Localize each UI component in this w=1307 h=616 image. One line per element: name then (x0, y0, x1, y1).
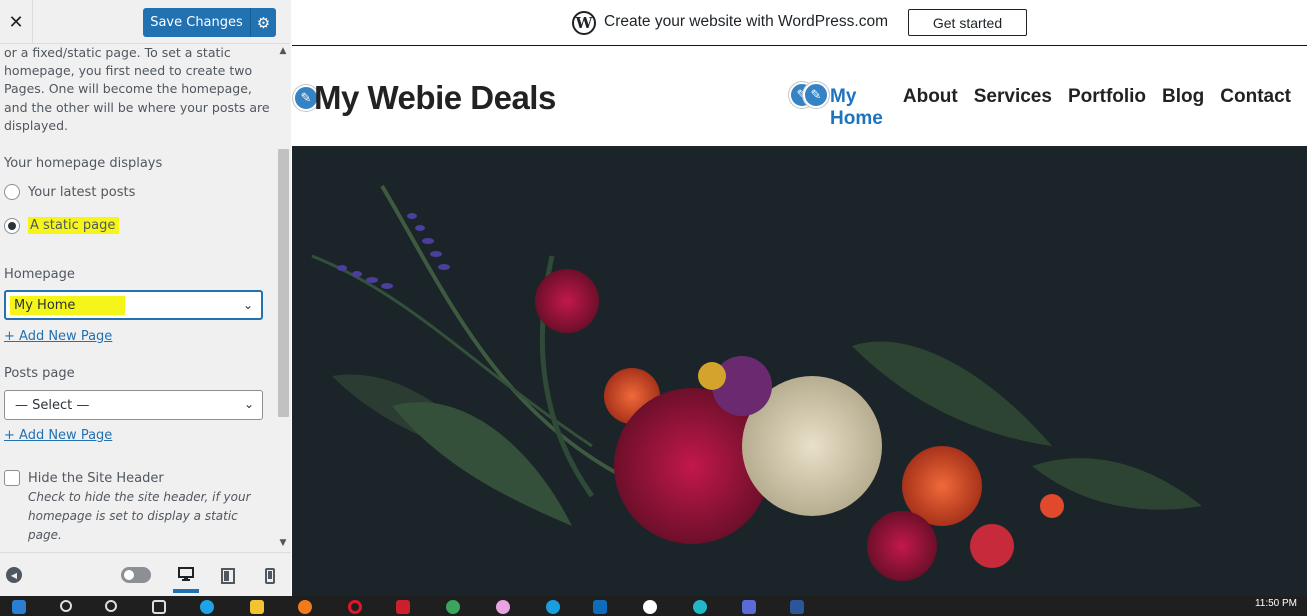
wpcom-banner: W Create your website with WordPress.com… (292, 0, 1307, 46)
chevron-down-icon: ⌄ (242, 298, 253, 312)
start-menu-icon[interactable] (12, 600, 26, 614)
task-view-icon[interactable] (152, 600, 166, 614)
search-icon[interactable] (60, 600, 72, 612)
nav-item-services[interactable]: Services (974, 86, 1052, 130)
desktop-preview-icon[interactable] (173, 559, 199, 593)
site-preview: W Create your website with WordPress.com… (292, 0, 1307, 596)
firefox-icon[interactable] (298, 600, 312, 614)
radio-button-selected[interactable] (4, 217, 20, 234)
nav-item-portfolio[interactable]: Portfolio (1068, 86, 1146, 130)
radio-static-page[interactable]: A static page (4, 217, 120, 234)
radio-label: A static page (28, 217, 120, 234)
scroll-down-icon[interactable]: ▼ (275, 536, 291, 550)
site-title[interactable]: My Webie Deals (314, 79, 556, 117)
scroll-up-icon[interactable]: ▲ (275, 44, 291, 58)
wpcom-banner-text: Create your website with WordPress.com (604, 13, 888, 30)
hero-image (292, 146, 1307, 596)
primary-nav: My Home About Services Portfolio Blog Co… (830, 86, 1307, 130)
add-new-page-link-2[interactable]: + Add New Page (4, 428, 112, 443)
radio-label: Your latest posts (28, 184, 136, 200)
radio-button[interactable] (4, 184, 20, 200)
att-icon[interactable] (546, 600, 560, 614)
gear-icon[interactable]: ⚙ (250, 8, 276, 37)
sidebar-footer: ◀ (0, 552, 291, 596)
tablet-preview-icon[interactable] (215, 563, 241, 589)
nav-item-blog[interactable]: Blog (1162, 86, 1204, 130)
posts-page-label: Posts page (4, 366, 75, 381)
homepage-select-value: My Home (10, 295, 126, 315)
hide-header-help: Check to hide the site header, if your h… (28, 490, 251, 542)
homepage-select[interactable]: My Home ⌄ (4, 290, 263, 320)
nav-item-my-home[interactable]: My Home (830, 86, 887, 130)
hide-header-label: Hide the Site Header (28, 470, 164, 486)
collapse-sidebar-icon[interactable]: ◀ (6, 567, 22, 583)
customizer-sidebar: ✕ Save Changes ⚙ or a fixed/static page.… (0, 0, 291, 596)
sidebar-scrollbar[interactable]: ▲ ▼ (275, 44, 291, 552)
site-header: ✎ My Webie Deals ✎ ✎ My Home About Servi… (292, 47, 1307, 146)
wordpress-logo-icon: W (572, 11, 596, 35)
hide-header-checkbox[interactable] (4, 470, 20, 486)
radio-latest-posts[interactable]: Your latest posts (4, 184, 135, 200)
save-button[interactable]: Save Changes (143, 8, 250, 37)
close-icon[interactable]: ✕ (0, 0, 33, 44)
app-icon-green[interactable] (446, 600, 460, 614)
opera-icon[interactable] (348, 600, 362, 614)
dark-mode-toggle[interactable] (121, 567, 151, 583)
homepage-settings-description: or a fixed/static page. To set a static … (4, 45, 270, 133)
hide-header-checkbox-row[interactable]: Hide the Site Header (4, 470, 164, 486)
chevron-down-icon: ⌄ (243, 397, 254, 411)
sidebar-panel: or a fixed/static page. To set a static … (0, 44, 275, 552)
app-icon-paint[interactable] (496, 600, 510, 614)
posts-page-select-value: — Select — (15, 397, 90, 413)
homepage-displays-label: Your homepage displays (4, 156, 163, 171)
scroll-thumb[interactable] (278, 149, 289, 417)
wordpress-app-icon[interactable] (643, 600, 657, 614)
word-icon[interactable] (790, 600, 804, 614)
windows-taskbar: 11:50 PM (0, 596, 1307, 616)
app-icon-teal[interactable] (693, 600, 707, 614)
get-started-button[interactable]: Get started (908, 9, 1027, 36)
app-window: ✕ Save Changes ⚙ or a fixed/static page.… (0, 0, 1307, 616)
outlook-icon[interactable] (593, 600, 607, 614)
taskbar-clock[interactable]: 11:50 PM (1255, 598, 1297, 609)
cortana-icon[interactable] (105, 600, 117, 612)
homepage-label: Homepage (4, 267, 75, 282)
nav-item-contact[interactable]: Contact (1220, 86, 1291, 130)
flower-bouquet-image (292, 146, 1307, 596)
sidebar-header: ✕ Save Changes ⚙ (0, 0, 291, 44)
edge-icon[interactable] (200, 600, 214, 614)
edit-menu-pencil-icon-2[interactable]: ✎ (803, 82, 829, 108)
add-new-page-link[interactable]: + Add New Page (4, 329, 112, 344)
app-icon-rsa[interactable] (396, 600, 410, 614)
teams-icon[interactable] (742, 600, 756, 614)
mobile-preview-icon[interactable] (257, 563, 283, 589)
nav-item-about[interactable]: About (903, 86, 958, 130)
posts-page-select[interactable]: — Select — ⌄ (4, 390, 263, 420)
file-explorer-icon[interactable] (250, 600, 264, 614)
